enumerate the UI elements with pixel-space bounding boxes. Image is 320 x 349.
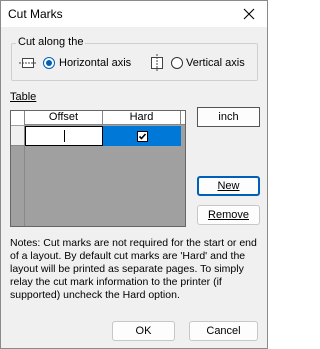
column-header-offset[interactable]: Offset — [25, 111, 103, 125]
row-header-strip — [11, 146, 25, 226]
horizontal-axis-radio[interactable] — [43, 57, 55, 69]
row-header[interactable] — [11, 126, 25, 146]
vertical-axis-label[interactable]: Vertical axis — [186, 57, 245, 69]
hard-checkbox[interactable] — [136, 130, 148, 142]
table-header-row: Offset Hard — [11, 111, 185, 125]
new-button-label: New — [217, 180, 240, 192]
remove-button[interactable]: Remove — [197, 205, 260, 225]
remove-button-label: Remove — [208, 209, 249, 221]
text-cursor — [64, 130, 65, 142]
vertical-axis-radio[interactable] — [171, 57, 183, 69]
cut-marks-dialog: Cut Marks Cut along the Horizontal axis … — [0, 0, 268, 349]
table-row[interactable] — [11, 126, 181, 146]
column-header-hard[interactable]: Hard — [103, 111, 181, 125]
window-title: Cut Marks — [8, 7, 63, 21]
cancel-button[interactable]: Cancel — [189, 321, 258, 341]
cut-marks-table[interactable]: Offset Hard — [10, 110, 186, 227]
horizontal-axis-label[interactable]: Horizontal axis — [59, 57, 131, 69]
hard-cell[interactable] — [103, 126, 181, 146]
ok-button[interactable]: OK — [112, 321, 175, 341]
close-icon — [243, 8, 255, 20]
title-bar: Cut Marks — [1, 1, 267, 27]
new-button[interactable]: New — [197, 176, 260, 196]
row-header-corner — [11, 111, 25, 125]
horizontal-axis-icon — [19, 58, 37, 68]
vertical-axis-icon — [151, 54, 163, 72]
units-button[interactable]: inch — [197, 107, 260, 127]
offset-cell[interactable] — [25, 126, 103, 146]
cut-along-label: Cut along the — [16, 36, 86, 48]
notes-text: Notes: Cut marks are not required for th… — [10, 237, 257, 301]
close-button[interactable] — [231, 1, 267, 27]
table-label: Table — [10, 91, 37, 103]
